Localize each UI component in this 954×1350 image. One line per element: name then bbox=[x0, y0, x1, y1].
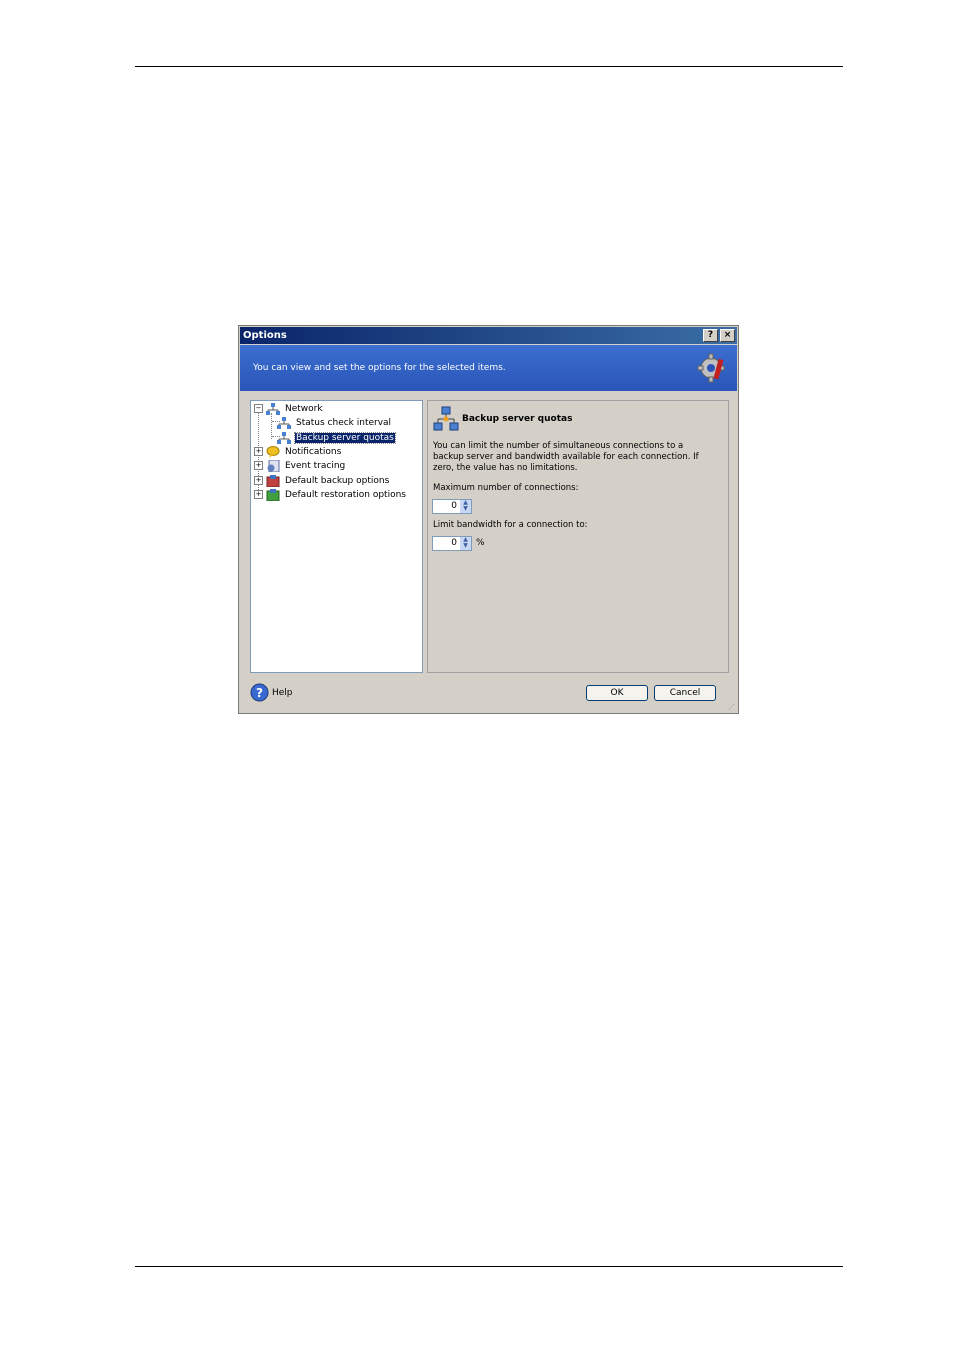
expand-icon[interactable]: + bbox=[254, 490, 263, 499]
max-connections-stepper[interactable]: 0 ▲ ▼ bbox=[432, 499, 472, 514]
network-icon bbox=[277, 431, 291, 444]
help-label: Help bbox=[272, 687, 293, 698]
tree-item-label: Backup server quotas bbox=[294, 431, 396, 444]
tree-item-network[interactable]: − Network bbox=[254, 402, 324, 415]
network-icon bbox=[277, 416, 291, 429]
tree-item-label: Default restoration options bbox=[285, 489, 406, 500]
banner-text: You can view and set the options for the… bbox=[253, 363, 506, 373]
expand-icon[interactable]: + bbox=[254, 447, 263, 456]
tree-item-default-backup-options[interactable]: + Default backup options bbox=[254, 474, 390, 487]
expand-icon[interactable]: + bbox=[254, 476, 263, 485]
notification-icon bbox=[266, 445, 280, 458]
tree-item-backup-server-quotas[interactable]: Backup server quotas bbox=[277, 431, 396, 444]
arrow-down-icon[interactable]: ▼ bbox=[460, 506, 471, 512]
help-link[interactable]: ? Help bbox=[250, 683, 293, 702]
tree-item-label: Network bbox=[285, 403, 323, 414]
panel-title: Backup server quotas bbox=[462, 414, 573, 424]
cancel-button[interactable]: Cancel bbox=[654, 685, 716, 701]
help-title-button[interactable]: ? bbox=[703, 329, 718, 342]
tree-item-label: Notifications bbox=[285, 446, 342, 457]
bandwidth-stepper[interactable]: 0 ▲ ▼ bbox=[432, 536, 472, 551]
tree-item-label: Default backup options bbox=[285, 475, 390, 486]
header-rule bbox=[135, 66, 843, 67]
tree-item-label: Status check interval bbox=[296, 417, 392, 428]
help-icon: ? bbox=[250, 683, 269, 702]
tree-item-label: Event tracing bbox=[285, 460, 346, 471]
arrow-down-icon[interactable]: ▼ bbox=[460, 543, 471, 549]
bandwidth-unit: % bbox=[476, 538, 485, 548]
event-tracing-icon bbox=[267, 459, 280, 472]
options-dialog: Options ? × You can view and set the opt… bbox=[238, 325, 739, 714]
bandwidth-value[interactable]: 0 bbox=[451, 538, 457, 548]
settings-panel: Backup server quotas You can limit the n… bbox=[427, 400, 729, 673]
network-icon bbox=[433, 406, 459, 431]
tree-item-status-check-interval[interactable]: Status check interval bbox=[277, 416, 392, 429]
tree-item-notifications[interactable]: + Notifications bbox=[254, 445, 342, 458]
collapse-icon[interactable]: − bbox=[254, 404, 263, 413]
banner: You can view and set the options for the… bbox=[240, 345, 737, 391]
expand-icon[interactable]: + bbox=[254, 461, 263, 470]
options-tree[interactable]: − Network Status check interval Backup s… bbox=[250, 400, 423, 673]
max-connections-label: Maximum number of connections: bbox=[433, 483, 579, 493]
tree-item-event-tracing[interactable]: + Event tracing bbox=[254, 459, 346, 472]
network-icon bbox=[266, 402, 280, 415]
footer-rule bbox=[135, 1266, 843, 1267]
max-connections-value[interactable]: 0 bbox=[451, 501, 457, 511]
svg-text:?: ? bbox=[256, 686, 263, 700]
tree-item-default-restoration-options[interactable]: + Default restoration options bbox=[254, 488, 407, 501]
bandwidth-label: Limit bandwidth for a connection to: bbox=[433, 520, 588, 530]
close-button[interactable]: × bbox=[720, 329, 735, 342]
stepper-arrows[interactable]: ▲ ▼ bbox=[460, 537, 471, 550]
title-bar: Options ? × bbox=[240, 327, 737, 344]
restoration-options-icon bbox=[266, 488, 280, 501]
ok-button[interactable]: OK bbox=[586, 685, 648, 701]
stepper-arrows[interactable]: ▲ ▼ bbox=[460, 500, 471, 513]
panel-description: You can limit the number of simultaneous… bbox=[433, 441, 699, 473]
backup-options-icon bbox=[266, 474, 280, 487]
resize-grip-icon[interactable]: ⋰ bbox=[728, 703, 736, 711]
dialog-title: Options bbox=[243, 330, 287, 341]
gear-wrench-icon bbox=[697, 353, 725, 383]
